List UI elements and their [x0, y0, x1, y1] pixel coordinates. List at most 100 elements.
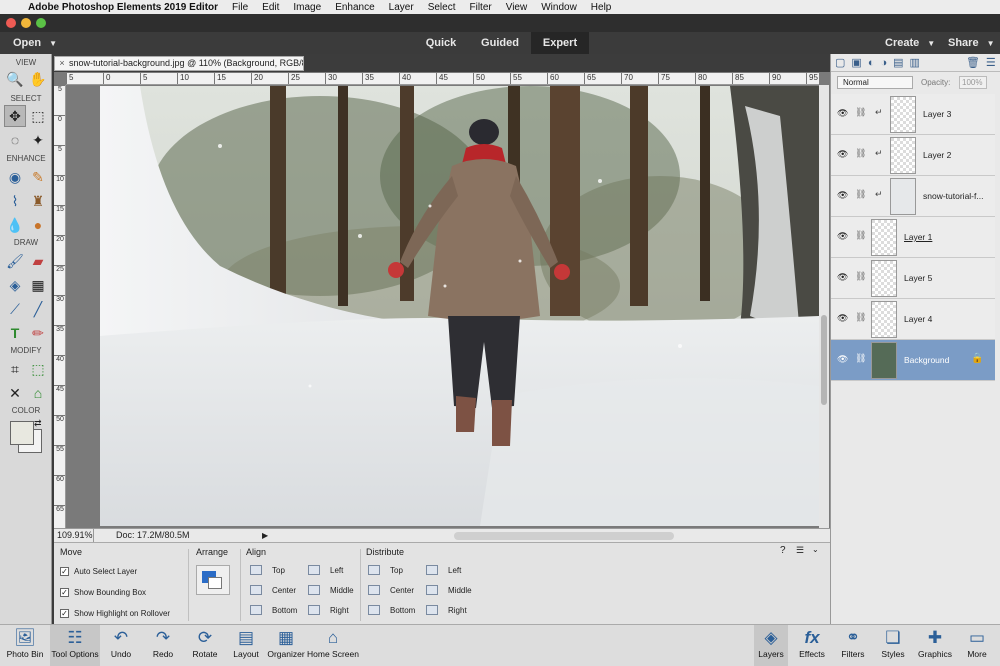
menu-layer[interactable]: Layer — [389, 2, 414, 13]
graphics-button[interactable]: ✚ Graphics — [915, 625, 955, 666]
layer-row[interactable]: 👁 ⛓ ↵ Layer 2 — [831, 135, 995, 176]
menu-select[interactable]: Select — [428, 2, 456, 13]
arrange-dropdown-button[interactable] — [196, 565, 230, 595]
visibility-eye-icon[interactable]: 👁 — [837, 313, 848, 324]
move-icon[interactable]: ✥ — [4, 105, 26, 127]
layer-row[interactable]: 👁 ⛓ Layer 4 — [831, 299, 995, 340]
lock-all-icon[interactable]: ▥ — [910, 56, 920, 69]
help-icon[interactable]: ? — [780, 545, 786, 556]
rotate-button[interactable]: ⟳ Rotate — [187, 625, 223, 666]
link-icon[interactable]: ⛓ — [855, 230, 866, 241]
blend-mode-select[interactable]: Normal — [837, 76, 913, 89]
create-button[interactable]: Create ▼ — [885, 37, 935, 49]
layer-row-selected[interactable]: 👁 ⛓ Background 🔒 — [831, 340, 995, 381]
content-aware-move-icon[interactable]: ✕ — [4, 382, 26, 404]
redo-button[interactable]: ↷ Redo — [145, 625, 181, 666]
lock-transparent-icon[interactable]: ▤ — [893, 56, 903, 69]
share-button[interactable]: Share ▼ — [948, 37, 995, 49]
zoom-level[interactable]: 109.91% — [54, 529, 94, 542]
visibility-eye-icon[interactable]: 👁 — [837, 149, 848, 160]
layer-row[interactable]: 👁 ⛓ ↵ Layer 3 — [831, 94, 995, 135]
photo-bin-button[interactable]: 🖼 Photo Bin — [2, 625, 48, 666]
scroll-thumb[interactable] — [821, 315, 827, 405]
layer-row[interactable]: 👁 ⛓ Layer 5 — [831, 258, 995, 299]
layers-button[interactable]: ◈ Layers — [754, 625, 788, 666]
document-tab[interactable]: × snow-tutorial-background.jpg @ 110% (Ba… — [54, 56, 304, 71]
app-name[interactable]: Adobe Photoshop Elements 2019 Editor — [28, 2, 218, 13]
distribute-right-button[interactable]: Right — [426, 605, 467, 615]
layer-row[interactable]: 👁 ⛓ ↵ snow-tutorial-f... — [831, 176, 995, 217]
layout-button[interactable]: ▤ Layout — [228, 625, 264, 666]
status-menu-arrow-icon[interactable]: ▶ — [262, 529, 268, 542]
layer-mask-icon[interactable]: ◑ — [880, 57, 887, 69]
straighten-icon[interactable]: ⌂ — [27, 382, 49, 404]
panel-menu-icon[interactable]: ☰ — [796, 545, 804, 556]
sponge-icon[interactable]: ● — [27, 214, 49, 236]
undo-button[interactable]: ↶ Undo — [103, 625, 139, 666]
home-screen-button[interactable]: ⌂ Home Screen — [306, 625, 360, 666]
zoom-window-button[interactable] — [36, 18, 46, 28]
visibility-eye-icon[interactable]: 👁 — [837, 108, 848, 119]
visibility-eye-icon[interactable]: 👁 — [837, 190, 848, 201]
align-middle-button[interactable]: Middle — [308, 585, 354, 595]
show-bounding-box-checkbox[interactable]: ✓ Show Bounding Box — [60, 588, 146, 597]
align-center-button[interactable]: Center — [250, 585, 296, 595]
smart-brush-icon[interactable]: ⌇ — [4, 190, 26, 212]
image-canvas[interactable] — [100, 86, 819, 526]
menu-edit[interactable]: Edit — [262, 2, 279, 13]
menu-enhance[interactable]: Enhance — [335, 2, 374, 13]
delete-layer-icon[interactable]: 🗑 — [966, 56, 980, 69]
eyedropper-icon[interactable]: ⟋ — [4, 298, 26, 320]
tool-options-button[interactable]: ☷ Tool Options — [50, 625, 100, 666]
swap-colors-icon[interactable]: ⇄ — [34, 418, 42, 429]
tab-quick[interactable]: Quick — [418, 32, 464, 54]
hand-icon[interactable]: ✋ — [27, 68, 49, 90]
distribute-middle-button[interactable]: Middle — [426, 585, 472, 595]
brush-icon[interactable]: 🖌 — [4, 250, 26, 272]
crop-icon[interactable]: ⌗ — [4, 358, 26, 380]
menu-file[interactable]: File — [232, 2, 248, 13]
visibility-eye-icon[interactable]: 👁 — [837, 272, 848, 283]
type-icon[interactable]: T — [4, 322, 26, 344]
align-right-button[interactable]: Right — [308, 605, 349, 615]
pencil-icon[interactable]: ✏ — [27, 322, 49, 344]
visibility-eye-icon[interactable]: 👁 — [837, 354, 848, 365]
more-button[interactable]: ▭ More — [960, 625, 994, 666]
link-icon[interactable]: ⛓ — [855, 271, 866, 282]
organizer-button[interactable]: ▦ Organizer — [265, 625, 307, 666]
vertical-scrollbar[interactable] — [819, 85, 829, 528]
lock-icon[interactable]: 🔒 — [971, 353, 983, 364]
distribute-center-button[interactable]: Center — [368, 585, 414, 595]
clone-stamp-icon[interactable]: ♜ — [27, 190, 49, 212]
link-icon[interactable]: ⛓ — [855, 107, 866, 118]
link-icon[interactable]: ⛓ — [855, 189, 866, 200]
menu-window[interactable]: Window — [541, 2, 577, 13]
line-icon[interactable]: ╱ — [27, 298, 49, 320]
spot-healing-icon[interactable]: ✎ — [27, 166, 49, 188]
recompose-icon[interactable]: ⬚ — [27, 358, 49, 380]
horizontal-scrollbar[interactable] — [454, 532, 674, 540]
show-highlight-checkbox[interactable]: ✓ Show Highlight on Rollover — [60, 609, 170, 618]
marquee-icon[interactable]: ⬚ — [27, 105, 49, 127]
close-tab-icon[interactable]: × — [55, 57, 69, 70]
menu-filter[interactable]: Filter — [469, 2, 491, 13]
align-top-button[interactable]: Top — [250, 565, 285, 575]
blur-icon[interactable]: 💧 — [4, 214, 26, 236]
distribute-top-button[interactable]: Top — [368, 565, 403, 575]
link-icon[interactable]: ⛓ — [855, 312, 866, 323]
new-group-icon[interactable]: ▣ — [851, 56, 861, 69]
open-button[interactable]: Open ▼ — [13, 37, 57, 49]
menu-view[interactable]: View — [506, 2, 528, 13]
tab-guided[interactable]: Guided — [476, 32, 524, 54]
eraser-icon[interactable]: ▰ — [27, 250, 49, 272]
minimize-window-button[interactable] — [21, 18, 31, 28]
align-left-button[interactable]: Left — [308, 565, 343, 575]
tab-expert[interactable]: Expert — [531, 32, 589, 54]
filters-button[interactable]: ⚭ Filters — [836, 625, 870, 666]
lasso-icon[interactable]: ◌ — [4, 129, 26, 151]
distribute-left-button[interactable]: Left — [426, 565, 461, 575]
styles-button[interactable]: ❏ Styles — [876, 625, 910, 666]
eye-icon[interactable]: ◉ — [4, 166, 26, 188]
menu-help[interactable]: Help — [591, 2, 612, 13]
visibility-eye-icon[interactable]: 👁 — [837, 231, 848, 242]
